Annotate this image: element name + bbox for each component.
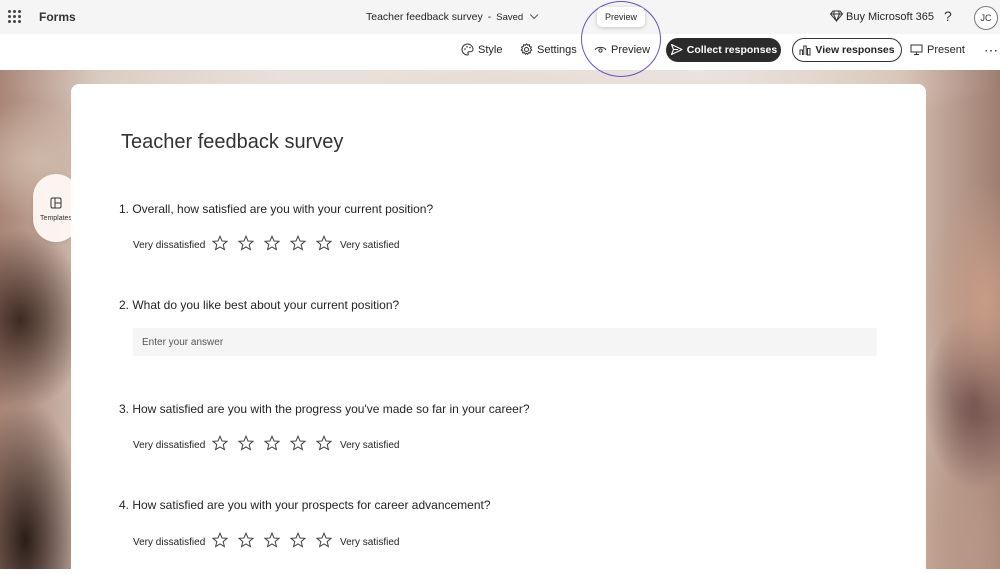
- star-icon[interactable]: [290, 435, 306, 451]
- settings-button[interactable]: Settings: [520, 38, 577, 62]
- star-icon[interactable]: [238, 235, 254, 251]
- gear-icon: [520, 42, 533, 56]
- question-4-text[interactable]: 4. How satisfied are you with your prosp…: [119, 498, 491, 512]
- help-icon[interactable]: ?: [944, 8, 952, 24]
- star-icon[interactable]: [212, 435, 228, 451]
- buy-microsoft-365-button[interactable]: Buy Microsoft 365: [829, 10, 935, 23]
- question-2-text[interactable]: 2. What do you like best about your curr…: [119, 298, 399, 312]
- star-icon[interactable]: [290, 532, 306, 548]
- view-responses-button[interactable]: View responses: [792, 38, 902, 62]
- send-icon: [670, 43, 683, 56]
- chevron-down-icon[interactable]: [530, 10, 539, 20]
- style-label: Style: [478, 44, 503, 56]
- preview-tooltip: Preview: [597, 7, 645, 27]
- save-status: Saved: [496, 12, 524, 23]
- document-title-text: Teacher feedback survey: [366, 11, 483, 23]
- star-icon[interactable]: [264, 435, 280, 451]
- star-icon[interactable]: [264, 235, 280, 251]
- app-name[interactable]: Forms: [39, 10, 76, 24]
- star-icon[interactable]: [316, 235, 332, 251]
- present-button[interactable]: Present: [910, 38, 965, 62]
- star-icon[interactable]: [316, 435, 332, 451]
- palette-icon: [461, 43, 474, 56]
- collect-responses-button[interactable]: Collect responses: [666, 38, 781, 62]
- rating-low-label: Very dissatisfied: [133, 440, 206, 451]
- title-separator: -: [487, 11, 492, 23]
- form-card: Teacher feedback survey 1. Overall, how …: [71, 84, 926, 574]
- star-icon[interactable]: [316, 532, 332, 548]
- form-title[interactable]: Teacher feedback survey: [121, 131, 343, 154]
- view-label: View responses: [815, 44, 895, 56]
- rating-high-label: Very satisfied: [340, 440, 400, 451]
- collect-label: Collect responses: [686, 44, 778, 56]
- buy-label: Buy Microsoft 365: [846, 11, 935, 23]
- app-launcher-icon[interactable]: [8, 10, 22, 24]
- style-button[interactable]: Style: [461, 38, 502, 62]
- star-icon[interactable]: [290, 235, 306, 251]
- form-toolbar: Style Settings Preview Collect responses…: [0, 38, 1000, 64]
- more-options-icon[interactable]: ⋯: [984, 38, 998, 62]
- document-title[interactable]: Teacher feedback survey - Saved: [366, 10, 539, 23]
- star-icon[interactable]: [238, 532, 254, 548]
- monitor-icon: [910, 44, 923, 55]
- bar-chart-icon: [799, 45, 811, 56]
- star-icon[interactable]: [212, 235, 228, 251]
- rating-high-label: Very satisfied: [340, 537, 400, 548]
- diamond-icon: [829, 10, 844, 23]
- question-3-text[interactable]: 3. How satisfied are you with the progre…: [119, 402, 530, 416]
- present-label: Present: [927, 44, 965, 56]
- answer-input[interactable]: [133, 328, 877, 356]
- star-icon[interactable]: [212, 532, 228, 548]
- avatar[interactable]: JC: [974, 6, 998, 30]
- rating-low-label: Very dissatisfied: [133, 240, 206, 251]
- templates-icon: [50, 197, 62, 209]
- top-bar: Forms Teacher feedback survey - Saved Buy …: [0, 0, 1000, 34]
- star-icon[interactable]: [264, 532, 280, 548]
- star-icon[interactable]: [238, 435, 254, 451]
- rating-low-label: Very dissatisfied: [133, 537, 206, 548]
- settings-label: Settings: [537, 44, 577, 56]
- rating-high-label: Very satisfied: [340, 240, 400, 251]
- question-1-text[interactable]: 1. Overall, how satisfied are you with y…: [119, 202, 433, 216]
